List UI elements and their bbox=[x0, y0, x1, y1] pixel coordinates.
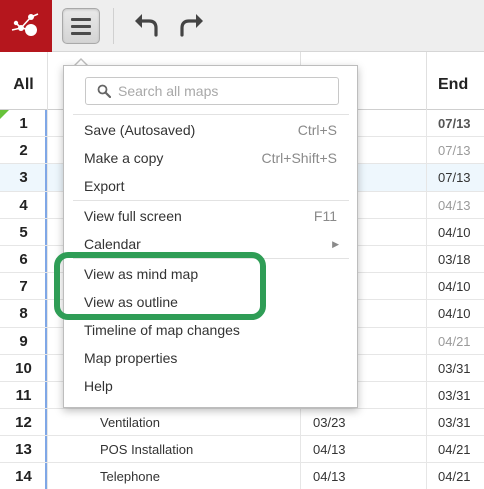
menu-separator bbox=[73, 200, 349, 201]
menu-separator bbox=[73, 258, 349, 259]
main-menu-button[interactable] bbox=[62, 8, 100, 44]
start-date-cell[interactable]: 04/13 bbox=[300, 436, 426, 463]
row-number[interactable]: 14 bbox=[0, 463, 47, 489]
row-number[interactable]: 4 bbox=[0, 192, 47, 218]
menu-item-label: Save (Autosaved) bbox=[84, 122, 196, 138]
start-date-cell[interactable]: 03/23 bbox=[300, 409, 426, 436]
menu-item-label: Make a copy bbox=[84, 150, 164, 166]
end-date-cell[interactable]: 04/13 bbox=[426, 191, 484, 218]
end-date-cell[interactable]: 04/10 bbox=[426, 300, 484, 327]
start-date-cell[interactable]: 04/13 bbox=[300, 463, 426, 489]
row-number[interactable]: 2 bbox=[0, 137, 47, 163]
app-logo-icon[interactable] bbox=[0, 0, 52, 52]
end-date-cell[interactable]: 04/10 bbox=[426, 273, 484, 300]
menu-item-label: Map properties bbox=[84, 350, 178, 366]
menu-item-label: View full screen bbox=[84, 208, 182, 224]
search-icon bbox=[97, 84, 111, 98]
end-column-header[interactable]: End bbox=[426, 52, 484, 110]
menu-item-help[interactable]: Help bbox=[64, 372, 357, 400]
menu-item-map-properties[interactable]: Map properties bbox=[64, 344, 357, 372]
table-row[interactable]: 14 Telephone 04/13 04/21 bbox=[0, 463, 484, 489]
end-date-cell[interactable]: 07/13 bbox=[426, 164, 484, 191]
menu-item-label: Timeline of map changes bbox=[84, 322, 240, 338]
redo-button[interactable] bbox=[174, 10, 208, 42]
menu-item-shortcut: Ctrl+S bbox=[297, 122, 337, 138]
row-number[interactable]: 11 bbox=[0, 382, 47, 408]
row-number[interactable]: 7 bbox=[0, 273, 47, 299]
table-row[interactable]: 12 Ventilation 03/23 03/31 bbox=[0, 409, 484, 437]
task-cell[interactable]: Telephone bbox=[47, 463, 300, 489]
row-number[interactable]: 5 bbox=[0, 219, 47, 245]
row-number[interactable]: 9 bbox=[0, 328, 47, 354]
end-date-cell[interactable]: 04/21 bbox=[426, 327, 484, 354]
row-number[interactable]: 8 bbox=[0, 300, 47, 326]
end-date-cell[interactable]: 07/13 bbox=[426, 110, 484, 137]
menu-item-label: View as outline bbox=[84, 294, 178, 310]
row-number[interactable]: 3 bbox=[0, 164, 47, 190]
menu-item-label: Calendar bbox=[84, 236, 141, 252]
menu-item-shortcut: F11 bbox=[313, 208, 337, 224]
table-row[interactable]: 13 POS Installation 04/13 04/21 bbox=[0, 436, 484, 464]
end-date-cell[interactable]: 04/10 bbox=[426, 218, 484, 245]
row-number[interactable]: 10 bbox=[0, 355, 47, 381]
search-maps-input[interactable] bbox=[118, 81, 328, 101]
menu-item-calendar[interactable]: Calendar ▶ bbox=[64, 230, 357, 258]
menu-item-timeline[interactable]: Timeline of map changes bbox=[64, 316, 357, 344]
menu-item-label: Help bbox=[84, 378, 113, 394]
task-cell[interactable]: Ventilation bbox=[47, 409, 300, 436]
row-number[interactable]: 12 bbox=[0, 409, 47, 435]
menu-item-export[interactable]: Export bbox=[64, 172, 357, 200]
submenu-arrow-icon: ▶ bbox=[332, 239, 339, 249]
select-all-header[interactable]: All bbox=[0, 52, 47, 110]
menu-separator bbox=[73, 114, 349, 115]
toolbar-divider bbox=[113, 8, 114, 44]
hamburger-icon bbox=[71, 18, 91, 21]
menu-item-label: Export bbox=[84, 178, 125, 194]
end-date-cell[interactable]: 03/31 bbox=[426, 409, 484, 436]
undo-icon bbox=[135, 14, 158, 37]
menu-item-shortcut: Ctrl+Shift+S bbox=[261, 150, 337, 166]
main-menu-dropdown: Save (Autosaved) Ctrl+S Make a copy Ctrl… bbox=[63, 65, 358, 408]
menu-item-view-outline[interactable]: View as outline bbox=[64, 288, 357, 316]
end-date-cell[interactable]: 04/21 bbox=[426, 463, 484, 489]
menu-item-save[interactable]: Save (Autosaved) Ctrl+S bbox=[64, 116, 357, 144]
row-number[interactable]: 1 bbox=[0, 110, 47, 136]
end-date-cell[interactable]: 03/31 bbox=[426, 354, 484, 381]
menu-item-make-copy[interactable]: Make a copy Ctrl+Shift+S bbox=[64, 144, 357, 172]
menu-item-full-screen[interactable]: View full screen F11 bbox=[64, 202, 357, 230]
undo-button[interactable] bbox=[130, 10, 164, 42]
end-date-cell[interactable]: 04/21 bbox=[426, 436, 484, 463]
toolbar bbox=[0, 0, 484, 52]
redo-icon bbox=[180, 14, 203, 37]
search-maps-field[interactable] bbox=[85, 77, 339, 105]
row-number[interactable]: 6 bbox=[0, 246, 47, 272]
row-number[interactable]: 13 bbox=[0, 436, 47, 462]
menu-item-view-mind-map[interactable]: View as mind map bbox=[64, 260, 357, 288]
end-date-cell[interactable]: 03/31 bbox=[426, 381, 484, 409]
end-date-cell[interactable]: 03/18 bbox=[426, 245, 484, 273]
end-date-cell[interactable]: 07/13 bbox=[426, 137, 484, 164]
menu-item-label: View as mind map bbox=[84, 266, 199, 282]
task-cell[interactable]: POS Installation bbox=[47, 436, 300, 463]
